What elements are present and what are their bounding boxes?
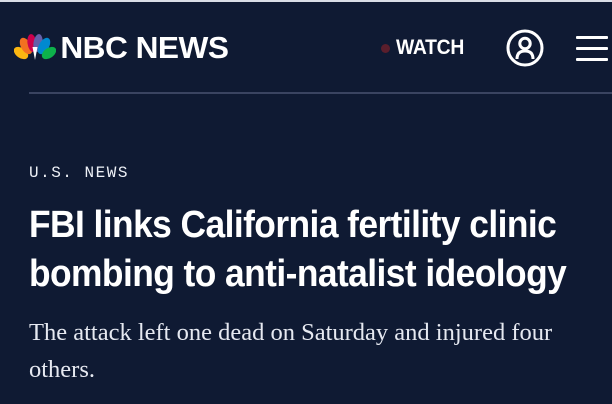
headline-line: FBI links California fertility clinic: [29, 204, 557, 246]
menu-bar: [576, 47, 608, 50]
menu-bar: [576, 36, 608, 39]
nbc-news-logo[interactable]: NBC NEWS: [14, 30, 229, 65]
menu-bar: [576, 58, 608, 61]
peacock-icon: [14, 33, 56, 62]
header-divider: [29, 92, 612, 94]
watch-label: WATCH: [396, 36, 465, 59]
article-headline: FBI links California fertility clinic bo…: [29, 201, 571, 299]
section-label[interactable]: U.S. NEWS: [29, 164, 129, 182]
live-dot-icon: [381, 43, 390, 53]
account-icon[interactable]: [506, 29, 544, 67]
watch-button[interactable]: WATCH: [381, 36, 470, 60]
site-header: NBC NEWS WATCH: [0, 2, 612, 92]
headline-line: bombing to anti-natalist ideology: [29, 253, 567, 295]
menu-icon[interactable]: [576, 36, 608, 61]
article-dek: The attack left one dead on Saturday and…: [29, 319, 553, 383]
brand-name: NBC NEWS: [60, 30, 229, 65]
